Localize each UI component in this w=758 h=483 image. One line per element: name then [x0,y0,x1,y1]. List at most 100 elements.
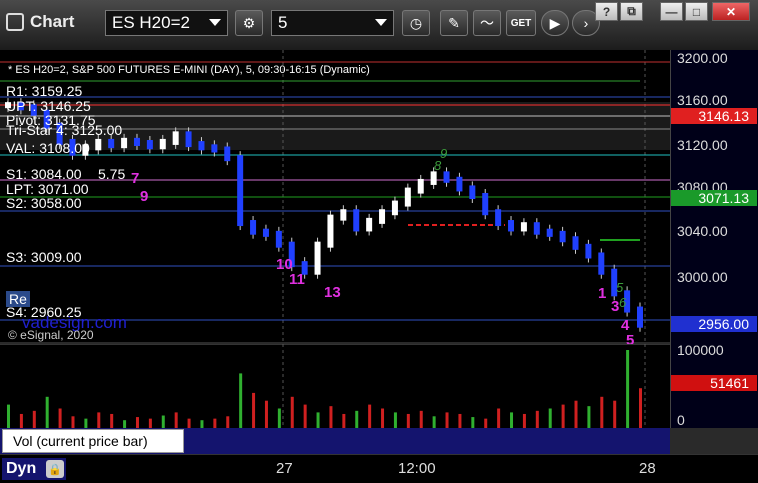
volume-bar [226,416,230,428]
setup-count: 6 [619,295,627,310]
draw-tool-button[interactable]: ✎ [440,10,468,36]
time-button[interactable]: ◷ [402,10,430,36]
get-button[interactable]: GET [506,10,536,36]
s1b-label: 5.75 [98,166,126,182]
candle-bar [366,217,373,232]
candle-bar [443,171,450,183]
candle-bar [637,306,643,328]
settings-gear-button[interactable]: ⚙ [235,10,263,36]
candle-bar [340,209,347,221]
dynamic-mode-button[interactable]: Dyn 🔒 [2,458,66,480]
vol-zero-label: 0 [677,412,685,428]
volume-legend[interactable]: Vol (current price bar) [2,429,184,453]
maximize-icon: □ [692,4,701,19]
interval-selector[interactable]: 5 [271,10,394,36]
chevron-right-icon: › [583,15,589,31]
candle-bar [430,171,437,185]
close-legend-icon[interactable]: × [172,426,180,442]
price-axis[interactable]: 3200.00 3160.00 3146.13 3120.00 3080.00 … [670,50,758,428]
line-chart-icon: 〜 [480,15,494,31]
candle-bar [327,214,334,248]
volume-bar [161,415,165,428]
volume-bar [561,404,565,428]
candle-bar [237,155,244,227]
maximize-button[interactable]: □ [685,2,708,21]
val-label: VAL: 3108.00 [6,140,90,156]
setup-count: 5 [616,280,624,295]
volume-bar [84,418,88,428]
candle-bar [508,220,515,232]
legend-bar: Vol (current price bar) × [0,426,670,454]
candle-bar [572,236,579,250]
s1-label: S1: 3084.00 [6,166,82,182]
candle-bar [95,138,102,151]
volume-bar [432,416,436,428]
candle-bar [185,131,192,148]
restore-button[interactable]: ⧉ [620,2,643,21]
restore-icon: ⧉ [627,4,636,18]
symbol-selector[interactable]: ES H20=2 [105,10,228,36]
candle-bar [585,243,592,259]
count-label: 1 [598,285,607,302]
candle-bar [404,187,411,207]
y-tick-label: 3200.00 [677,50,728,66]
volume-bar [32,410,36,428]
y-tick-label: 3120.00 [677,137,728,153]
candle-bar [314,241,321,275]
volume-plot[interactable] [0,343,670,428]
volume-bars-group [7,350,642,428]
candle-bar [598,252,605,275]
candle-bar [417,178,424,194]
volume-bar [45,396,49,428]
minimize-icon: — [665,4,678,19]
candle-bar [159,138,166,150]
volume-bar [213,418,217,428]
close-button[interactable]: ✕ [712,2,750,21]
volume-bar [510,412,514,428]
volume-bar [445,412,449,428]
y-tick-label: 3040.00 [677,223,728,239]
play-icon: ▶ [549,14,561,31]
volume-bar [600,396,604,428]
s2-label: S2: 3058.00 [6,195,82,211]
candle-bar [482,193,489,216]
candle-bar [198,141,205,151]
candle-bar [108,138,115,149]
volume-legend-label: Vol (current price bar) [13,433,148,449]
lpt-price-tag: 3071.13 [671,190,757,206]
lock-icon: 🔒 [46,460,64,478]
candle-bar [121,137,128,149]
volume-bar [406,413,410,428]
candle-bar [224,146,231,162]
volume-bar [587,406,591,428]
volume-bar [393,412,397,428]
vol-max-label: 100000 [677,342,724,358]
gear-icon: ⚙ [242,14,256,31]
pencil-icon: ✎ [448,14,460,31]
chevron-down-icon [375,19,387,26]
volume-bar [187,418,191,428]
volume-bar [316,412,320,428]
volume-bar [342,413,346,428]
candle-bar [391,200,398,216]
copyright: © eSignal, 2020 [8,328,94,342]
minimize-button[interactable]: — [660,2,683,21]
x-tick-label: 12:00 [398,460,436,477]
candle-bar [559,230,566,243]
chart-menu[interactable]: Chart [6,12,74,32]
volume-bar [110,413,114,428]
last-price-tag: 2956.00 [671,316,757,332]
price-plot[interactable]: * ES H20=2, S&P 500 FUTURES E-MINI (DAY)… [0,50,670,349]
volume-bar [58,408,62,428]
volume-bar [419,410,423,428]
volume-bar [535,410,539,428]
play-button[interactable]: ▶ [541,10,569,36]
volume-bar [252,392,256,428]
time-axis[interactable]: Dyn 🔒 27 12:00 28 [0,454,758,483]
help-icon: ? [602,4,611,19]
count-label: 7 [131,170,140,187]
header-text: * ES H20=2, S&P 500 FUTURES E-MINI (DAY)… [8,64,370,76]
studies-button[interactable]: 〜 [473,10,501,36]
s3-label: S3: 3009.00 [6,249,82,265]
help-button[interactable]: ? [595,2,618,21]
